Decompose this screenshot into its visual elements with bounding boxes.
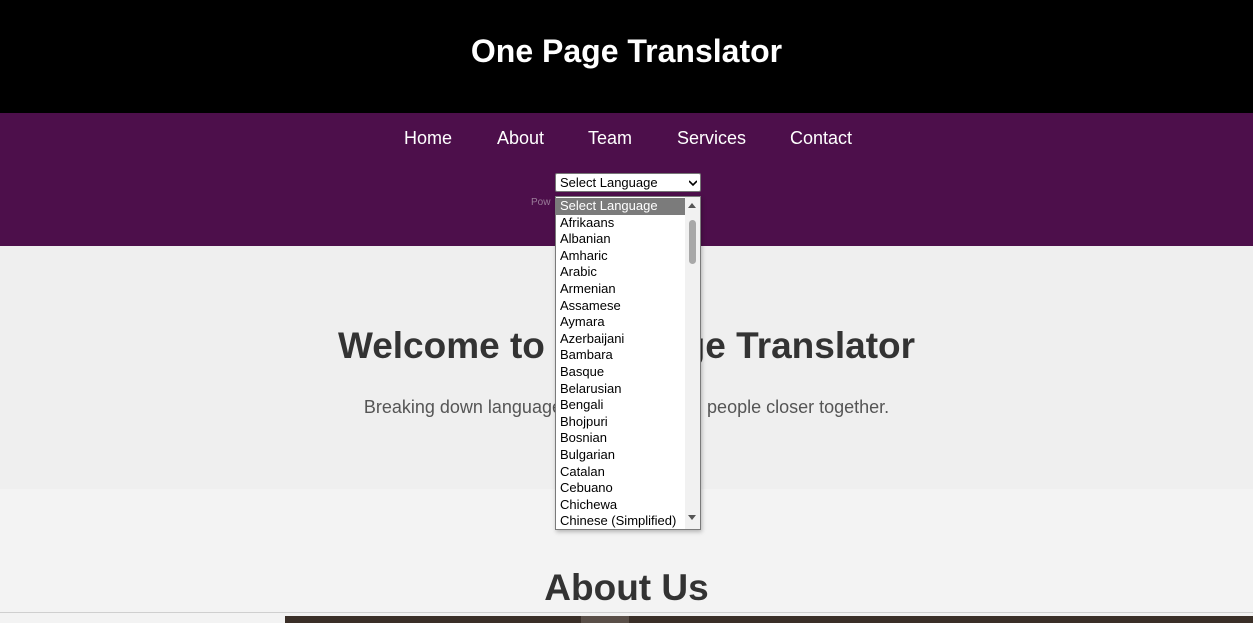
language-option[interactable]: Azerbaijani	[556, 331, 686, 348]
language-option[interactable]: Chichewa	[556, 497, 686, 514]
language-option[interactable]: Belarusian	[556, 381, 686, 398]
nav-home-link[interactable]: Home	[404, 127, 452, 149]
chevron-down-icon	[689, 180, 697, 187]
language-option[interactable]: Albanian	[556, 231, 686, 248]
language-option[interactable]: Bambara	[556, 347, 686, 364]
language-option[interactable]: Catalan	[556, 464, 686, 481]
language-select[interactable]: Select Language	[555, 173, 701, 192]
language-option[interactable]: Chinese (Simplified)	[556, 513, 686, 529]
language-select-value: Select Language	[560, 175, 658, 190]
language-option[interactable]: Basque	[556, 364, 686, 381]
nav-about-link[interactable]: About	[497, 127, 544, 149]
divider	[0, 612, 1253, 613]
site-title: One Page Translator	[470, 33, 783, 69]
language-option[interactable]: Bengali	[556, 397, 686, 414]
about-image-highlight	[581, 616, 629, 623]
language-option[interactable]: Afrikaans	[556, 215, 686, 232]
language-option[interactable]: Cebuano	[556, 480, 686, 497]
about-title: About Us	[544, 567, 709, 608]
scroll-up-icon[interactable]	[688, 203, 696, 208]
language-option[interactable]: Bhojpuri	[556, 414, 686, 431]
nav-contact-link[interactable]: Contact	[790, 127, 852, 149]
language-option[interactable]: Assamese	[556, 298, 686, 315]
language-dropdown-list[interactable]: Select Language Afrikaans Albanian Amharic A…	[555, 196, 701, 530]
language-option[interactable]: Bosnian	[556, 430, 686, 447]
main-nav: Home About Team Services Contact	[0, 127, 1253, 149]
scrollbar-thumb[interactable]	[689, 220, 696, 264]
about-image	[285, 616, 1253, 623]
nav-services-link[interactable]: Services	[677, 127, 746, 149]
language-option[interactable]: Amharic	[556, 248, 686, 265]
dropdown-scrollbar[interactable]	[685, 197, 700, 529]
language-options: Select Language Afrikaans Albanian Amharic A…	[556, 198, 686, 529]
language-option[interactable]: Armenian	[556, 281, 686, 298]
powered-by-text: Pow	[531, 197, 551, 208]
language-option[interactable]: Bulgarian	[556, 447, 686, 464]
language-option[interactable]: Select Language	[556, 198, 686, 215]
scroll-down-icon[interactable]	[688, 515, 696, 520]
nav-team-link[interactable]: Team	[588, 127, 632, 149]
language-option[interactable]: Aymara	[556, 314, 686, 331]
language-option[interactable]: Arabic	[556, 264, 686, 281]
